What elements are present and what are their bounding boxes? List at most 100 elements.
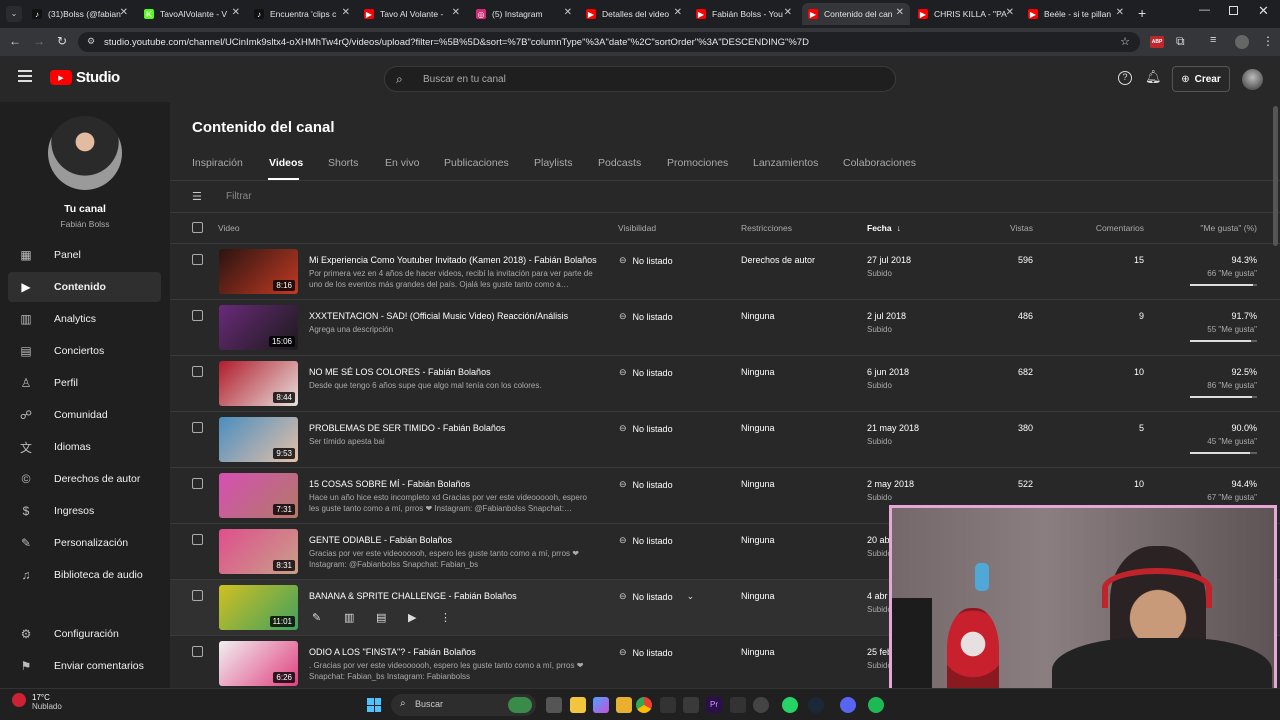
maximize-icon[interactable] — [1229, 6, 1238, 15]
file-explorer-icon[interactable] — [570, 697, 586, 713]
select-all-checkbox[interactable] — [192, 222, 203, 233]
video-thumbnail[interactable]: 8:16 — [219, 249, 298, 294]
column-header-likes[interactable]: "Me gusta" (%) — [1200, 223, 1257, 233]
edit-icon[interactable]: ✎ — [312, 611, 321, 624]
browser-tab[interactable]: ▶ CHRIS KILLA - "PA ✕ — [912, 3, 1020, 25]
tab-playlists[interactable]: Playlists — [534, 157, 573, 169]
sidebar-item-biblioteca-de-audio[interactable]: ♫ Biblioteca de audio — [8, 560, 161, 590]
sidebar-item-personalizaci-n[interactable]: ✎ Personalización — [8, 528, 161, 558]
browser-tab[interactable]: ▶ Beéle - si te pillan ✕ — [1022, 3, 1130, 25]
row-checkbox[interactable] — [192, 310, 203, 321]
sidebar-item-feedback[interactable]: ⚑ Enviar comentarios — [8, 651, 161, 681]
tab-close-icon[interactable]: ✕ — [1006, 7, 1014, 18]
tab-close-icon[interactable]: ✕ — [452, 7, 460, 18]
back-icon[interactable]: ← — [9, 34, 21, 48]
bookmark-star-icon[interactable]: ☆ — [1120, 35, 1130, 48]
weather-widget[interactable]: 17°C Nublado — [12, 693, 62, 711]
sidebar-item-ingresos[interactable]: $ Ingresos — [8, 496, 161, 526]
tab-promociones[interactable]: Promociones — [667, 157, 728, 169]
browser-menu-icon[interactable]: ⋮ — [1262, 34, 1274, 48]
sidebar-item-idiomas[interactable]: 文 Idiomas — [8, 432, 161, 462]
video-title[interactable]: Mi Experiencia Como Youtuber Invitado (K… — [309, 255, 599, 265]
capcut-icon[interactable] — [660, 697, 676, 713]
tab-close-icon[interactable]: ✕ — [1116, 7, 1124, 18]
tab-close-icon[interactable]: ✕ — [896, 7, 904, 18]
video-title[interactable]: PROBLEMAS DE SER TIMIDO - Fabián Bolaños — [309, 423, 599, 433]
channel-search[interactable]: ⌕ Buscar en tu canal — [384, 66, 896, 92]
row-checkbox[interactable] — [192, 422, 203, 433]
discord-icon[interactable] — [840, 697, 856, 713]
video-title[interactable]: GENTE ODIABLE - Fabián Bolaños — [309, 535, 599, 545]
column-header-restrictions[interactable]: Restricciones — [741, 223, 792, 233]
sidebar-item-conciertos[interactable]: ▤ Conciertos — [8, 336, 161, 366]
video-thumbnail[interactable]: 8:44 — [219, 361, 298, 406]
row-checkbox[interactable] — [192, 478, 203, 489]
tab-inspiraci-n[interactable]: Inspiración — [192, 157, 243, 169]
column-header-comments[interactable]: Comentarios — [1096, 223, 1144, 233]
browser-tab[interactable]: ▶ Detalles del video ✕ — [580, 3, 688, 25]
video-thumbnail[interactable]: 9:53 — [219, 417, 298, 462]
spotify-icon[interactable] — [868, 697, 884, 713]
browser-tab[interactable]: ♪ Encuentra 'clips c ✕ — [248, 3, 356, 25]
video-title[interactable]: ODIO A LOS "FINSTA"? - Fabián Bolaños — [309, 647, 599, 657]
sidebar-item-perfil[interactable]: ♙ Perfil — [8, 368, 161, 398]
tab-en-vivo[interactable]: En vivo — [385, 157, 419, 169]
close-window-icon[interactable]: ✕ — [1258, 3, 1269, 19]
app-icon[interactable] — [683, 697, 699, 713]
browser-tab[interactable]: ▶ Fabián Bolss - You ✕ — [690, 3, 798, 25]
new-tab-icon[interactable]: + — [1138, 5, 1146, 21]
row-checkbox[interactable] — [192, 254, 203, 265]
site-info-icon[interactable]: ⚙ — [87, 36, 95, 47]
sidebar-item-comunidad[interactable]: ☍ Comunidad — [8, 400, 161, 430]
row-checkbox[interactable] — [192, 366, 203, 377]
video-thumbnail[interactable]: 11:01 — [219, 585, 298, 630]
video-thumbnail[interactable]: 7:31 — [219, 473, 298, 518]
media-icon[interactable] — [730, 697, 746, 713]
table-row[interactable]: 8:44 NO ME SÉ LOS COLORES - Fabián Bolaño… — [170, 356, 1280, 412]
minimize-icon[interactable]: — — [1199, 4, 1210, 16]
video-thumbnail[interactable]: 15:06 — [219, 305, 298, 350]
sidebar-item-analytics[interactable]: ▥ Analytics — [8, 304, 161, 334]
tab-search-icon[interactable]: ⌄ — [6, 6, 22, 22]
row-checkbox[interactable] — [192, 646, 203, 657]
task-view-icon[interactable] — [546, 697, 562, 713]
folder-icon[interactable] — [616, 697, 632, 713]
browser-tab[interactable]: ▶ Contenido del can ✕ — [802, 3, 910, 25]
account-avatar[interactable] — [1242, 69, 1263, 90]
taskbar-search[interactable]: ⌕ Buscar — [391, 694, 536, 716]
video-thumbnail[interactable]: 6:26 — [219, 641, 298, 686]
analytics-icon[interactable]: ▥ — [344, 611, 354, 624]
tab-close-icon[interactable]: ✕ — [232, 7, 240, 18]
steam-icon[interactable] — [808, 697, 824, 713]
browser-tab[interactable]: ♪ (31)Bolss (@fabian ✕ — [26, 3, 134, 25]
video-title[interactable]: XXXTENTACION - SAD! (Official Music Vide… — [309, 311, 599, 321]
tab-videos[interactable]: Videos — [269, 157, 303, 169]
create-button[interactable]: ⊕ Crear — [1172, 66, 1230, 92]
video-thumbnail[interactable]: 8:31 — [219, 529, 298, 574]
chrome-icon[interactable] — [636, 697, 652, 713]
channel-avatar[interactable] — [48, 116, 122, 190]
tab-close-icon[interactable]: ✕ — [120, 7, 128, 18]
video-title[interactable]: BANANA & SPRITE CHALLENGE - Fabián Bolañ… — [309, 591, 599, 601]
more-options-icon[interactable]: ⋮ — [440, 611, 451, 624]
studio-logo[interactable]: ▶ Studio — [50, 69, 120, 86]
taskbar-search-input[interactable]: Buscar — [415, 699, 443, 709]
video-title[interactable]: 15 COSAS SOBRE MÍ - Fabián Bolaños — [309, 479, 599, 489]
vertical-scrollbar[interactable] — [1273, 106, 1278, 246]
browser-tab[interactable]: K TavoAlVolante - V ✕ — [138, 3, 246, 25]
comments-icon[interactable]: ▤ — [376, 611, 386, 624]
obs-icon[interactable] — [753, 697, 769, 713]
tab-close-icon[interactable]: ✕ — [674, 7, 682, 18]
windows-start-icon[interactable] — [367, 698, 381, 712]
chevron-down-icon[interactable]: ⌄ — [687, 591, 695, 602]
sidebar-item-settings[interactable]: ⚙ Configuración — [8, 619, 161, 649]
column-header-views[interactable]: Vistas — [1010, 223, 1033, 233]
table-row[interactable]: 8:16 Mi Experiencia Como Youtuber Invitad… — [170, 244, 1280, 300]
notifications-bell-icon[interactable]: 🔔︎ — [1145, 69, 1162, 85]
adblock-icon[interactable]: ABP — [1150, 36, 1164, 48]
sidebar-item-contenido[interactable]: ▶ Contenido — [8, 272, 161, 302]
hamburger-menu-icon[interactable] — [18, 70, 32, 82]
search-input[interactable]: Buscar en tu canal — [423, 74, 506, 85]
help-icon[interactable]: ? — [1118, 71, 1132, 85]
filter-icon[interactable]: ☰ — [192, 190, 204, 203]
